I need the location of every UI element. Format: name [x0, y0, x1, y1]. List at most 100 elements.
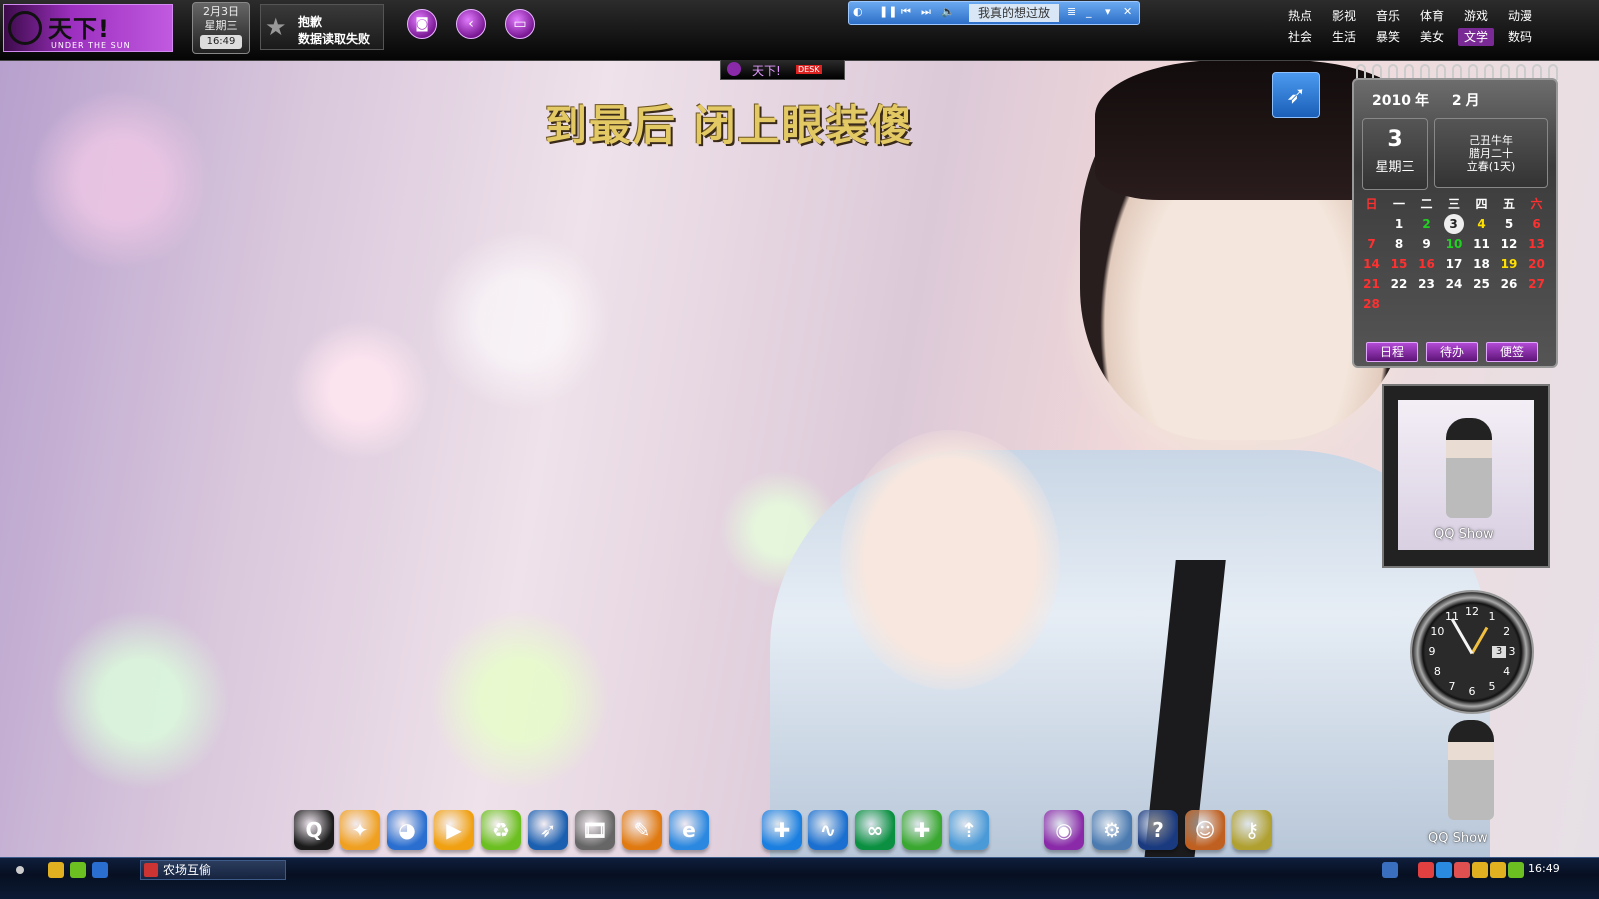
- calendar-day[interactable]: 6: [1523, 215, 1550, 233]
- task-farm[interactable]: 农场互偷: [140, 860, 286, 880]
- keys-icon[interactable]: ⚷: [1232, 810, 1272, 850]
- calendar-day[interactable]: 28: [1358, 295, 1385, 313]
- clock-date-window: 3: [1492, 646, 1506, 658]
- pause-icon[interactable]: ❚❚: [879, 5, 897, 18]
- calendar-day[interactable]: 7: [1358, 235, 1385, 253]
- nav-item-beauty[interactable]: 美女: [1414, 28, 1450, 46]
- calendar-day[interactable]: 3: [1443, 214, 1464, 234]
- nav-item-music[interactable]: 音乐: [1370, 7, 1406, 25]
- next-icon[interactable]: ⏭: [921, 5, 931, 19]
- internet-explorer-icon[interactable]: e: [669, 810, 709, 850]
- feather-icon[interactable]: ➶: [528, 810, 568, 850]
- qq-show-label: QQ Show: [1434, 527, 1494, 542]
- calendar-day[interactable]: 27: [1523, 275, 1550, 293]
- nav-item-sports[interactable]: 体育: [1414, 7, 1450, 25]
- player-logo-icon[interactable]: ◐: [853, 5, 863, 18]
- calendar-day[interactable]: 26: [1496, 275, 1523, 293]
- language-icon[interactable]: [1382, 862, 1398, 878]
- quicklaunch-icon-3[interactable]: [92, 862, 108, 878]
- calendar-day[interactable]: 11: [1468, 235, 1495, 253]
- help-icon[interactable]: ?: [1138, 810, 1178, 850]
- green-shield-icon[interactable]: ✚: [902, 810, 942, 850]
- close-icon[interactable]: ✕: [1123, 5, 1132, 18]
- tv-icon[interactable]: ▭: [505, 9, 535, 39]
- camera-icon[interactable]: ◙: [407, 9, 437, 39]
- calendar-day[interactable]: 14: [1358, 255, 1385, 273]
- quicklaunch-icon-2[interactable]: [70, 862, 86, 878]
- calendar-day[interactable]: 23: [1413, 275, 1440, 293]
- qq-penguin-icon[interactable]: Q: [294, 810, 334, 850]
- calendar-day[interactable]: 17: [1441, 255, 1468, 273]
- note-button[interactable]: 便签: [1486, 342, 1538, 362]
- weekday-text: 星期三: [204, 19, 238, 32]
- users-icon[interactable]: ☺: [1185, 810, 1225, 850]
- calendar-day[interactable]: 4: [1468, 215, 1495, 233]
- calendar-day[interactable]: 25: [1468, 275, 1495, 293]
- calendar-month[interactable]: 2: [1452, 93, 1462, 109]
- tray-icon-3[interactable]: [1454, 862, 1470, 878]
- calendar-day[interactable]: 18: [1468, 255, 1495, 273]
- app-logo[interactable]: 天下! UNDER THE SUN: [3, 4, 173, 52]
- notice-panel[interactable]: ★ 抱歉 数据读取失败: [260, 4, 384, 50]
- todo-button[interactable]: 待办: [1426, 342, 1478, 362]
- security-shield-icon[interactable]: ✚: [762, 810, 802, 850]
- minimize-icon[interactable]: _: [1086, 5, 1092, 18]
- tencent-wings-icon[interactable]: ✦: [340, 810, 380, 850]
- tray-icon-2[interactable]: [1436, 862, 1452, 878]
- calendar-day[interactable]: 19: [1496, 255, 1523, 273]
- video-editor-icon[interactable]: ✎: [622, 810, 662, 850]
- quicklaunch-icon-1[interactable]: [48, 862, 64, 878]
- calendar-day[interactable]: 5: [1496, 215, 1523, 233]
- calendar-day[interactable]: 8: [1386, 235, 1413, 253]
- qq-show-avatar[interactable]: QQ Show: [1408, 716, 1528, 846]
- desk-tab[interactable]: 天下! DESK: [720, 60, 845, 80]
- calendar-day[interactable]: 12: [1496, 235, 1523, 253]
- notice-title: 抱歉: [298, 15, 323, 29]
- calendar-day[interactable]: 2: [1413, 215, 1440, 233]
- nav-item-funny[interactable]: 暴笑: [1370, 28, 1406, 46]
- schedule-button[interactable]: 日程: [1366, 342, 1418, 362]
- calendar-day[interactable]: 20: [1523, 255, 1550, 273]
- qq-game-penguin-icon[interactable]: ◕: [387, 810, 427, 850]
- date-widget[interactable]: 2月3日 星期三 16:49: [192, 2, 250, 54]
- blue-wave-icon[interactable]: ∿: [808, 810, 848, 850]
- calendar-day[interactable]: 24: [1441, 275, 1468, 293]
- recycle-arrows-icon[interactable]: ⇡: [949, 810, 989, 850]
- nav-item-anime[interactable]: 动漫: [1502, 7, 1538, 25]
- purple-logo-icon[interactable]: ◉: [1044, 810, 1084, 850]
- green-infinity-icon[interactable]: ∞: [855, 810, 895, 850]
- settings-gears-icon[interactable]: ⚙: [1092, 810, 1132, 850]
- tray-clock[interactable]: 16:49: [1528, 862, 1560, 875]
- nav-item-digital[interactable]: 数码: [1502, 28, 1538, 46]
- clock-arrow-icon[interactable]: ‹: [456, 9, 486, 39]
- feather-button[interactable]: ➶: [1272, 72, 1320, 118]
- calendar-day[interactable]: 10: [1441, 235, 1468, 253]
- calendar-day[interactable]: 1: [1386, 215, 1413, 233]
- tray-icon-5[interactable]: [1490, 862, 1506, 878]
- nav-item-literature[interactable]: 文学: [1458, 28, 1494, 46]
- calendar-day[interactable]: 16: [1413, 255, 1440, 273]
- nav-item-hot[interactable]: 热点: [1282, 7, 1318, 25]
- dropdown-icon[interactable]: ▾: [1105, 5, 1111, 18]
- playlist-icon[interactable]: ≣: [1067, 5, 1076, 18]
- nav-item-film[interactable]: 影视: [1326, 7, 1362, 25]
- nav-item-games[interactable]: 游戏: [1458, 7, 1494, 25]
- start-button[interactable]: [16, 866, 24, 874]
- calendar-day[interactable]: 22: [1386, 275, 1413, 293]
- calendar-day[interactable]: 13: [1523, 235, 1550, 253]
- calendar-day[interactable]: 21: [1358, 275, 1385, 293]
- tray-icon-6[interactable]: [1508, 862, 1524, 878]
- tray-icon-4[interactable]: [1472, 862, 1488, 878]
- tray-icon-1[interactable]: [1418, 862, 1434, 878]
- calendar-day[interactable]: 9: [1413, 235, 1440, 253]
- calendar-day[interactable]: 15: [1386, 255, 1413, 273]
- volume-icon[interactable]: 🔈: [941, 5, 955, 18]
- previous-icon[interactable]: ⏮: [901, 5, 911, 19]
- nav-item-life[interactable]: 生活: [1326, 28, 1362, 46]
- qq-show-frame[interactable]: QQ Show: [1382, 384, 1550, 568]
- green-swirl-icon[interactable]: ♻: [481, 810, 521, 850]
- nav-item-society[interactable]: 社会: [1282, 28, 1318, 46]
- media-player-icon[interactable]: ▶: [434, 810, 474, 850]
- calendar-year[interactable]: 2010: [1372, 93, 1411, 109]
- film-icon[interactable]: 🎞: [575, 810, 615, 850]
